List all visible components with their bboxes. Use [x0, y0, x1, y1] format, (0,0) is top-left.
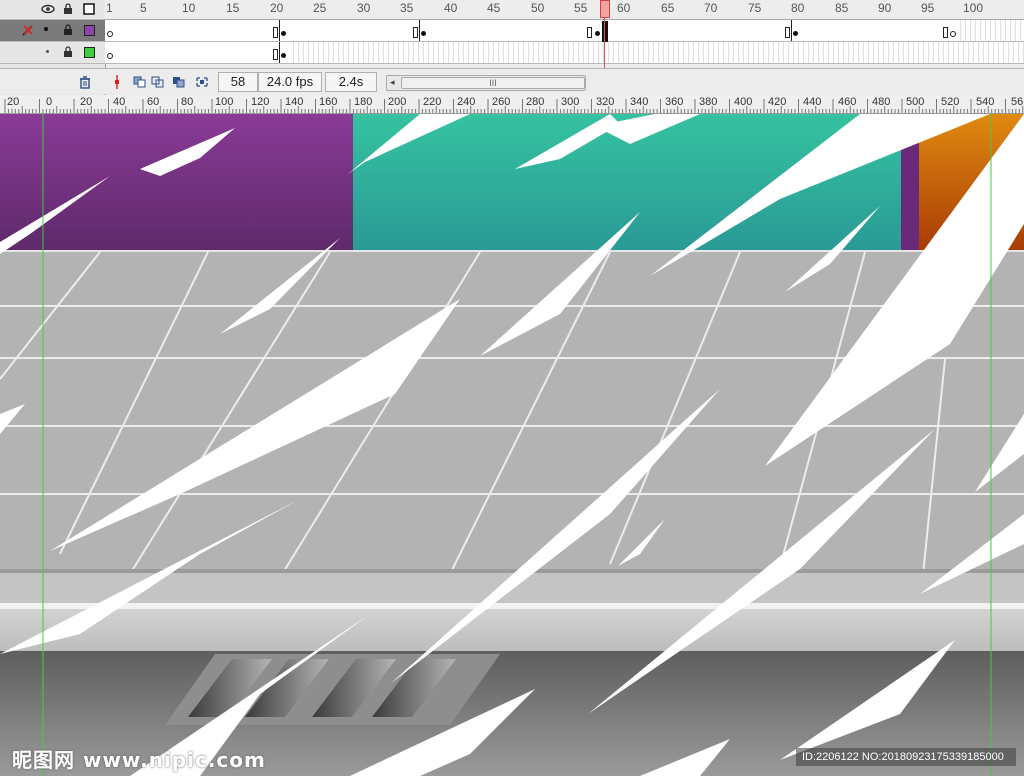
watermark-id: ID:2206122 NO:20180923175339185000: [796, 748, 1016, 766]
frame-number: 95: [921, 1, 935, 15]
frame-number: 90: [878, 1, 892, 15]
layer-row-2[interactable]: [0, 42, 105, 64]
frame-number: 65: [661, 1, 675, 15]
keyframe[interactable]: [281, 31, 286, 36]
empty-frames[interactable]: [956, 20, 1024, 41]
band-divider: [0, 250, 1024, 252]
scroll-left-icon[interactable]: ◂: [390, 77, 395, 88]
layer-color-swatch[interactable]: [84, 47, 95, 58]
layer-1-frames[interactable]: [105, 20, 1024, 42]
stage-canvas[interactable]: [0, 114, 1024, 776]
frame-ruler[interactable]: 1 5 10 15 20 25 30 35 40 45 50 55 60 65 …: [105, 0, 1024, 20]
modify-onion-markers-icon[interactable]: [193, 73, 211, 91]
frame-number: 40: [444, 1, 458, 15]
frame-number: 85: [835, 1, 849, 15]
keyframe[interactable]: [793, 31, 798, 36]
frame-number: 75: [748, 1, 762, 15]
layer-row-1[interactable]: [0, 20, 105, 42]
counter-top: [0, 609, 1024, 651]
ledge-highlight: [0, 603, 1024, 609]
keyframe-end[interactable]: [785, 27, 790, 38]
keyframe-end[interactable]: [273, 49, 278, 60]
current-frame-field[interactable]: 58: [218, 72, 258, 92]
frame-number: 5: [140, 1, 147, 15]
keyframe-divider: [279, 42, 280, 63]
frame-number: 80: [791, 1, 805, 15]
keyframe-end[interactable]: [943, 27, 948, 38]
playhead-line: [604, 18, 605, 70]
frame-number: 45: [487, 1, 501, 15]
keyframe[interactable]: [595, 31, 600, 36]
current-frame-marker: [602, 21, 608, 42]
pencil-x-icon: [20, 22, 36, 38]
playhead-handle[interactable]: [600, 0, 610, 18]
onion-skin-outline-icon[interactable]: [149, 73, 167, 91]
timeline-status-bar: 58 24.0 fps 2.4s ◂ III: [0, 68, 1024, 94]
elapsed-time-field: 2.4s: [325, 72, 377, 92]
layer-header: [0, 0, 105, 20]
frame-number: 15: [226, 1, 240, 15]
stage-ruler: 20 0 20 40 60 80 100 120 140 160 180 200…: [0, 95, 1024, 114]
ruler-ticks: [4, 99, 1024, 113]
trash-icon[interactable]: [76, 73, 94, 91]
keyframe-end[interactable]: [587, 27, 592, 38]
empty-frames[interactable]: [289, 42, 1024, 63]
frame-number: 25: [313, 1, 327, 15]
timeline-panel: 1 5 10 15 20 25 30 35 40 45 50 55 60 65 …: [0, 0, 1024, 95]
lock-icon[interactable]: [62, 23, 74, 37]
keyframe-divider: [419, 20, 420, 41]
frame-number: 100: [963, 1, 984, 15]
frame-number: 55: [574, 1, 588, 15]
outline-icon[interactable]: [82, 2, 95, 15]
frame-number: 1: [106, 1, 113, 15]
onion-skin-icon[interactable]: [131, 73, 149, 91]
scrollbar-thumb[interactable]: III: [401, 77, 585, 89]
keyframe-divider: [279, 20, 280, 41]
visible-dot-icon[interactable]: [45, 49, 49, 53]
frame-number: 50: [531, 1, 545, 15]
frame-number: 60: [617, 1, 631, 15]
ledge-shadow: [0, 569, 1024, 573]
layer-color-swatch[interactable]: [84, 25, 95, 36]
frame-number: 20: [270, 1, 284, 15]
lock-icon[interactable]: [62, 45, 74, 59]
lock-icon[interactable]: [61, 1, 75, 17]
keyframe[interactable]: [421, 31, 426, 36]
vent-slots: [165, 654, 500, 725]
frame-number: 10: [182, 1, 196, 15]
purple-panel: [0, 114, 353, 250]
frame-number: 35: [400, 1, 414, 15]
frame-number: 30: [357, 1, 371, 15]
edit-multiple-frames-icon[interactable]: [170, 73, 188, 91]
layer-2-frames[interactable]: [105, 42, 1024, 64]
eye-icon[interactable]: [40, 1, 56, 17]
watermark-logo: 昵图网 www.nipic.com: [12, 748, 266, 772]
keyframe-end[interactable]: [413, 27, 418, 38]
timeline-scrollbar[interactable]: ◂ III: [386, 75, 586, 91]
keyframe-blank[interactable]: [107, 31, 113, 37]
center-frame-icon[interactable]: [108, 73, 126, 91]
keyframe-divider: [791, 20, 792, 41]
frame-number: 70: [704, 1, 718, 15]
visible-dot-icon[interactable]: [43, 26, 49, 32]
keyframe-end[interactable]: [273, 27, 278, 38]
keyframe[interactable]: [281, 53, 286, 58]
stage-artwork[interactable]: [0, 114, 1024, 776]
keyframe-blank[interactable]: [107, 53, 113, 59]
frame-rate-field[interactable]: 24.0 fps: [258, 72, 322, 92]
